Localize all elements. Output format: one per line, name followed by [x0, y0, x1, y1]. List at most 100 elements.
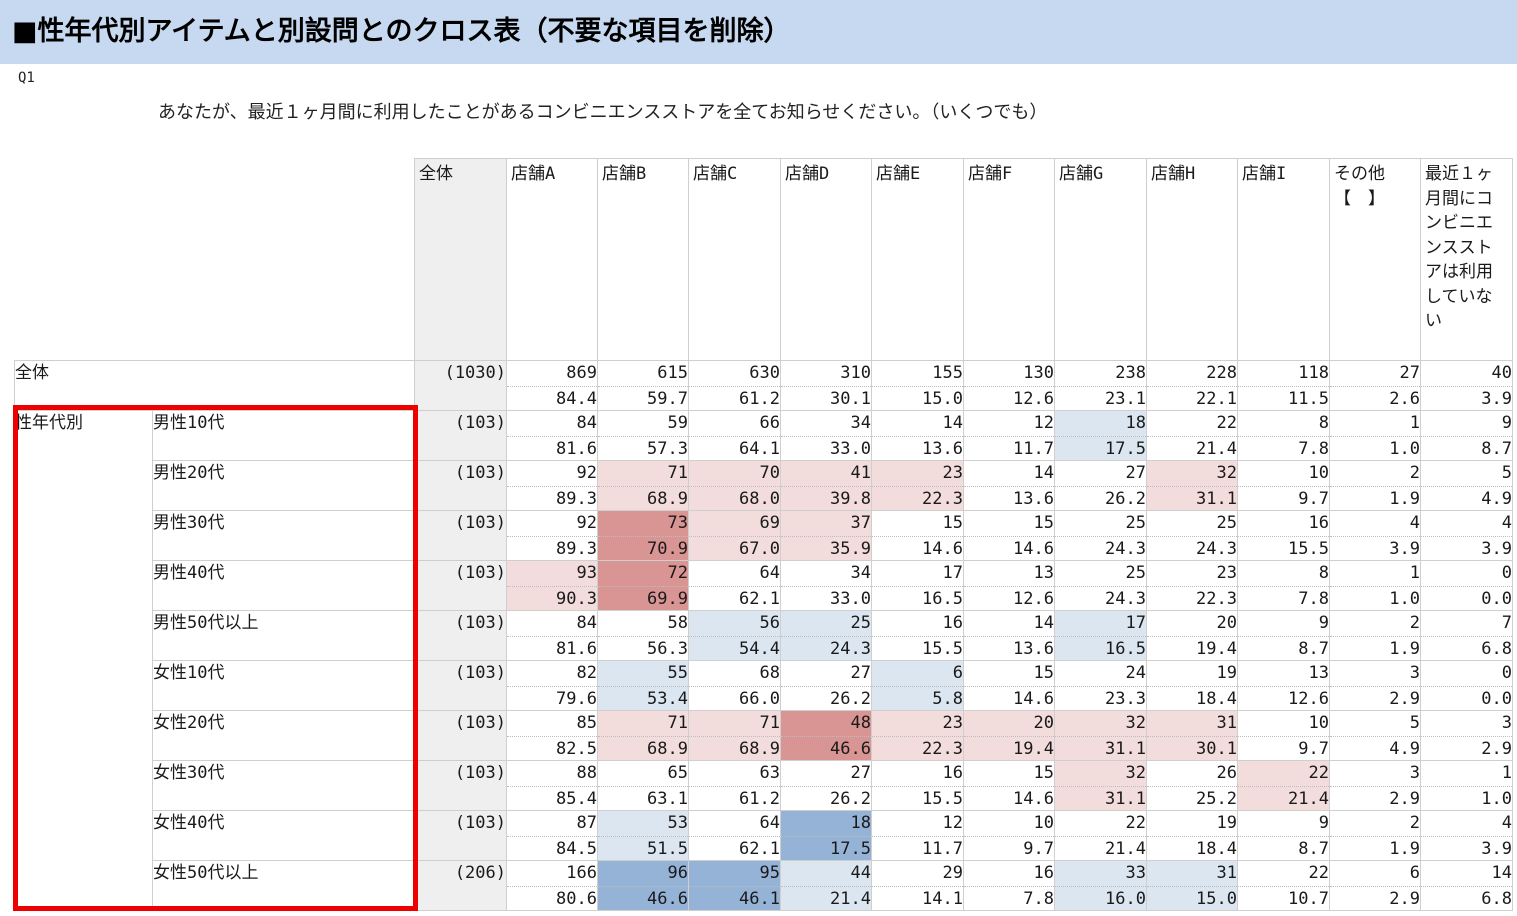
data-cell: 630 61.2: [688, 360, 781, 411]
data-cell: 10 9.7: [963, 810, 1055, 861]
base-n: (103): [414, 610, 507, 661]
data-cell: 32 31.1: [1054, 710, 1147, 761]
base-n: (103): [414, 560, 507, 611]
cell-percent: 21.4: [1238, 786, 1329, 810]
column-header: 店舗G: [1054, 158, 1147, 361]
cell-count: 14: [1033, 613, 1054, 633]
cell-percent: 1.0: [1330, 586, 1420, 610]
data-cell: 40 3.9: [1420, 360, 1513, 411]
cell-count: 615: [657, 363, 688, 383]
cell-percent: 23.3: [1055, 686, 1146, 710]
cell-count: 23: [942, 463, 963, 483]
data-cell: 34 33.0: [780, 410, 872, 461]
cell-count: 118: [1298, 363, 1329, 383]
data-cell: 31 15.0: [1146, 860, 1238, 911]
data-cell: 14 6.8: [1420, 860, 1513, 911]
cell-percent: 22.3: [872, 736, 963, 760]
cell-count: 37: [850, 513, 871, 533]
data-cell: 72 69.9: [597, 560, 689, 611]
cell-percent: 56.3: [598, 636, 688, 660]
data-cell: 238 23.1: [1054, 360, 1147, 411]
cell-count: 93: [576, 563, 597, 583]
row-label: 女性40代: [152, 810, 415, 861]
data-cell: 27 26.2: [1054, 460, 1147, 511]
header-row: 全体 店舗A 店舗B 店舗C 店舗D 店舗E 店舗F 店舗G 店舗H 店舗I その他【 】最近１ヶ月…: [14, 158, 1513, 361]
cell-count: 73: [667, 513, 688, 533]
data-cell: 6 5.8: [871, 660, 964, 711]
cell-percent: 66.0: [689, 686, 780, 710]
cell-count: 9: [1501, 413, 1512, 433]
cell-count: 15: [942, 513, 963, 533]
cell-percent: 89.3: [507, 486, 597, 510]
cell-count: 59: [667, 413, 688, 433]
cell-percent: 22.3: [1147, 586, 1237, 610]
data-cell: 20 19.4: [963, 710, 1055, 761]
row-label: 男性50代以上: [152, 610, 415, 661]
data-cell: 34 33.0: [780, 560, 872, 611]
cell-count: 96: [667, 863, 688, 883]
cell-count: 87: [576, 813, 597, 833]
table-row: 女性40代 (103) 87 84.5 53 51.5 64 62.1 18 17.5 12 11.7…: [15, 810, 1513, 861]
data-cell: 53 51.5: [597, 810, 689, 861]
cell-count: 48: [850, 713, 871, 733]
data-cell: 16 7.8: [963, 860, 1055, 911]
cell-count: 32: [1125, 763, 1146, 783]
cell-count: 92: [576, 463, 597, 483]
cell-percent: 19.4: [1147, 636, 1237, 660]
cell-percent: 14.1: [872, 886, 963, 910]
table-row: 男性50代以上 (103) 84 81.6 58 56.3 56 54.4 25 24.3 16 15…: [15, 610, 1513, 661]
cell-count: 16: [1033, 863, 1054, 883]
table-row: 女性50代以上 (206) 166 80.6 96 46.6 95 46.1 44 21.4 29 1…: [15, 860, 1513, 911]
cell-percent: 1.9: [1330, 636, 1420, 660]
cell-count: 27: [850, 763, 871, 783]
cell-percent: 22.1: [1147, 386, 1237, 410]
cell-percent: 46.6: [781, 736, 871, 760]
data-cell: 27 2.6: [1329, 360, 1421, 411]
data-cell: 59 57.3: [597, 410, 689, 461]
cell-count: 17: [1125, 613, 1146, 633]
data-cell: 16 15.5: [871, 610, 964, 661]
question-id: Q1: [18, 70, 35, 86]
cell-count: 31: [1216, 713, 1237, 733]
cell-count: 82: [576, 663, 597, 683]
cell-count: 23: [942, 713, 963, 733]
cell-count: 84: [576, 613, 597, 633]
cell-percent: 3.9: [1330, 536, 1420, 560]
cell-count: 4: [1501, 513, 1512, 533]
column-header: 店舗B: [597, 158, 689, 361]
cell-count: 3: [1409, 763, 1420, 783]
cell-count: 12: [1033, 413, 1054, 433]
base-n: (103): [414, 810, 507, 861]
data-cell: 22 21.4: [1054, 810, 1147, 861]
cell-percent: 14.6: [964, 786, 1054, 810]
column-header: 店舗E: [871, 158, 964, 361]
cell-percent: 22.3: [872, 486, 963, 510]
cell-count: 1: [1409, 563, 1420, 583]
cell-count: 69: [759, 513, 780, 533]
data-cell: 71 68.9: [688, 710, 781, 761]
row-label: 女性20代: [152, 710, 415, 761]
data-cell: 25 24.3: [1054, 560, 1147, 611]
data-cell: 18 17.5: [780, 810, 872, 861]
cell-count: 66: [759, 413, 780, 433]
data-cell: 23 22.3: [871, 460, 964, 511]
cell-percent: 39.8: [781, 486, 871, 510]
data-cell: 41 39.8: [780, 460, 872, 511]
cell-percent: 1.9: [1330, 486, 1420, 510]
cell-percent: 0.0: [1421, 586, 1512, 610]
cell-count: 56: [759, 613, 780, 633]
cell-count: 7: [1501, 613, 1512, 633]
column-header: 店舗H: [1146, 158, 1238, 361]
cell-percent: 84.5: [507, 836, 597, 860]
data-cell: 4 3.9: [1420, 510, 1513, 561]
cell-count: 19: [1216, 813, 1237, 833]
data-cell: 228 22.1: [1146, 360, 1238, 411]
data-cell: 22 21.4: [1146, 410, 1238, 461]
cell-count: 72: [667, 563, 688, 583]
data-cell: 18 17.5: [1054, 410, 1147, 461]
data-cell: 310 30.1: [780, 360, 872, 411]
cell-percent: 17.5: [781, 836, 871, 860]
cell-percent: 16.5: [872, 586, 963, 610]
cell-percent: 2.6: [1330, 386, 1420, 410]
cell-percent: 16.5: [1055, 636, 1146, 660]
